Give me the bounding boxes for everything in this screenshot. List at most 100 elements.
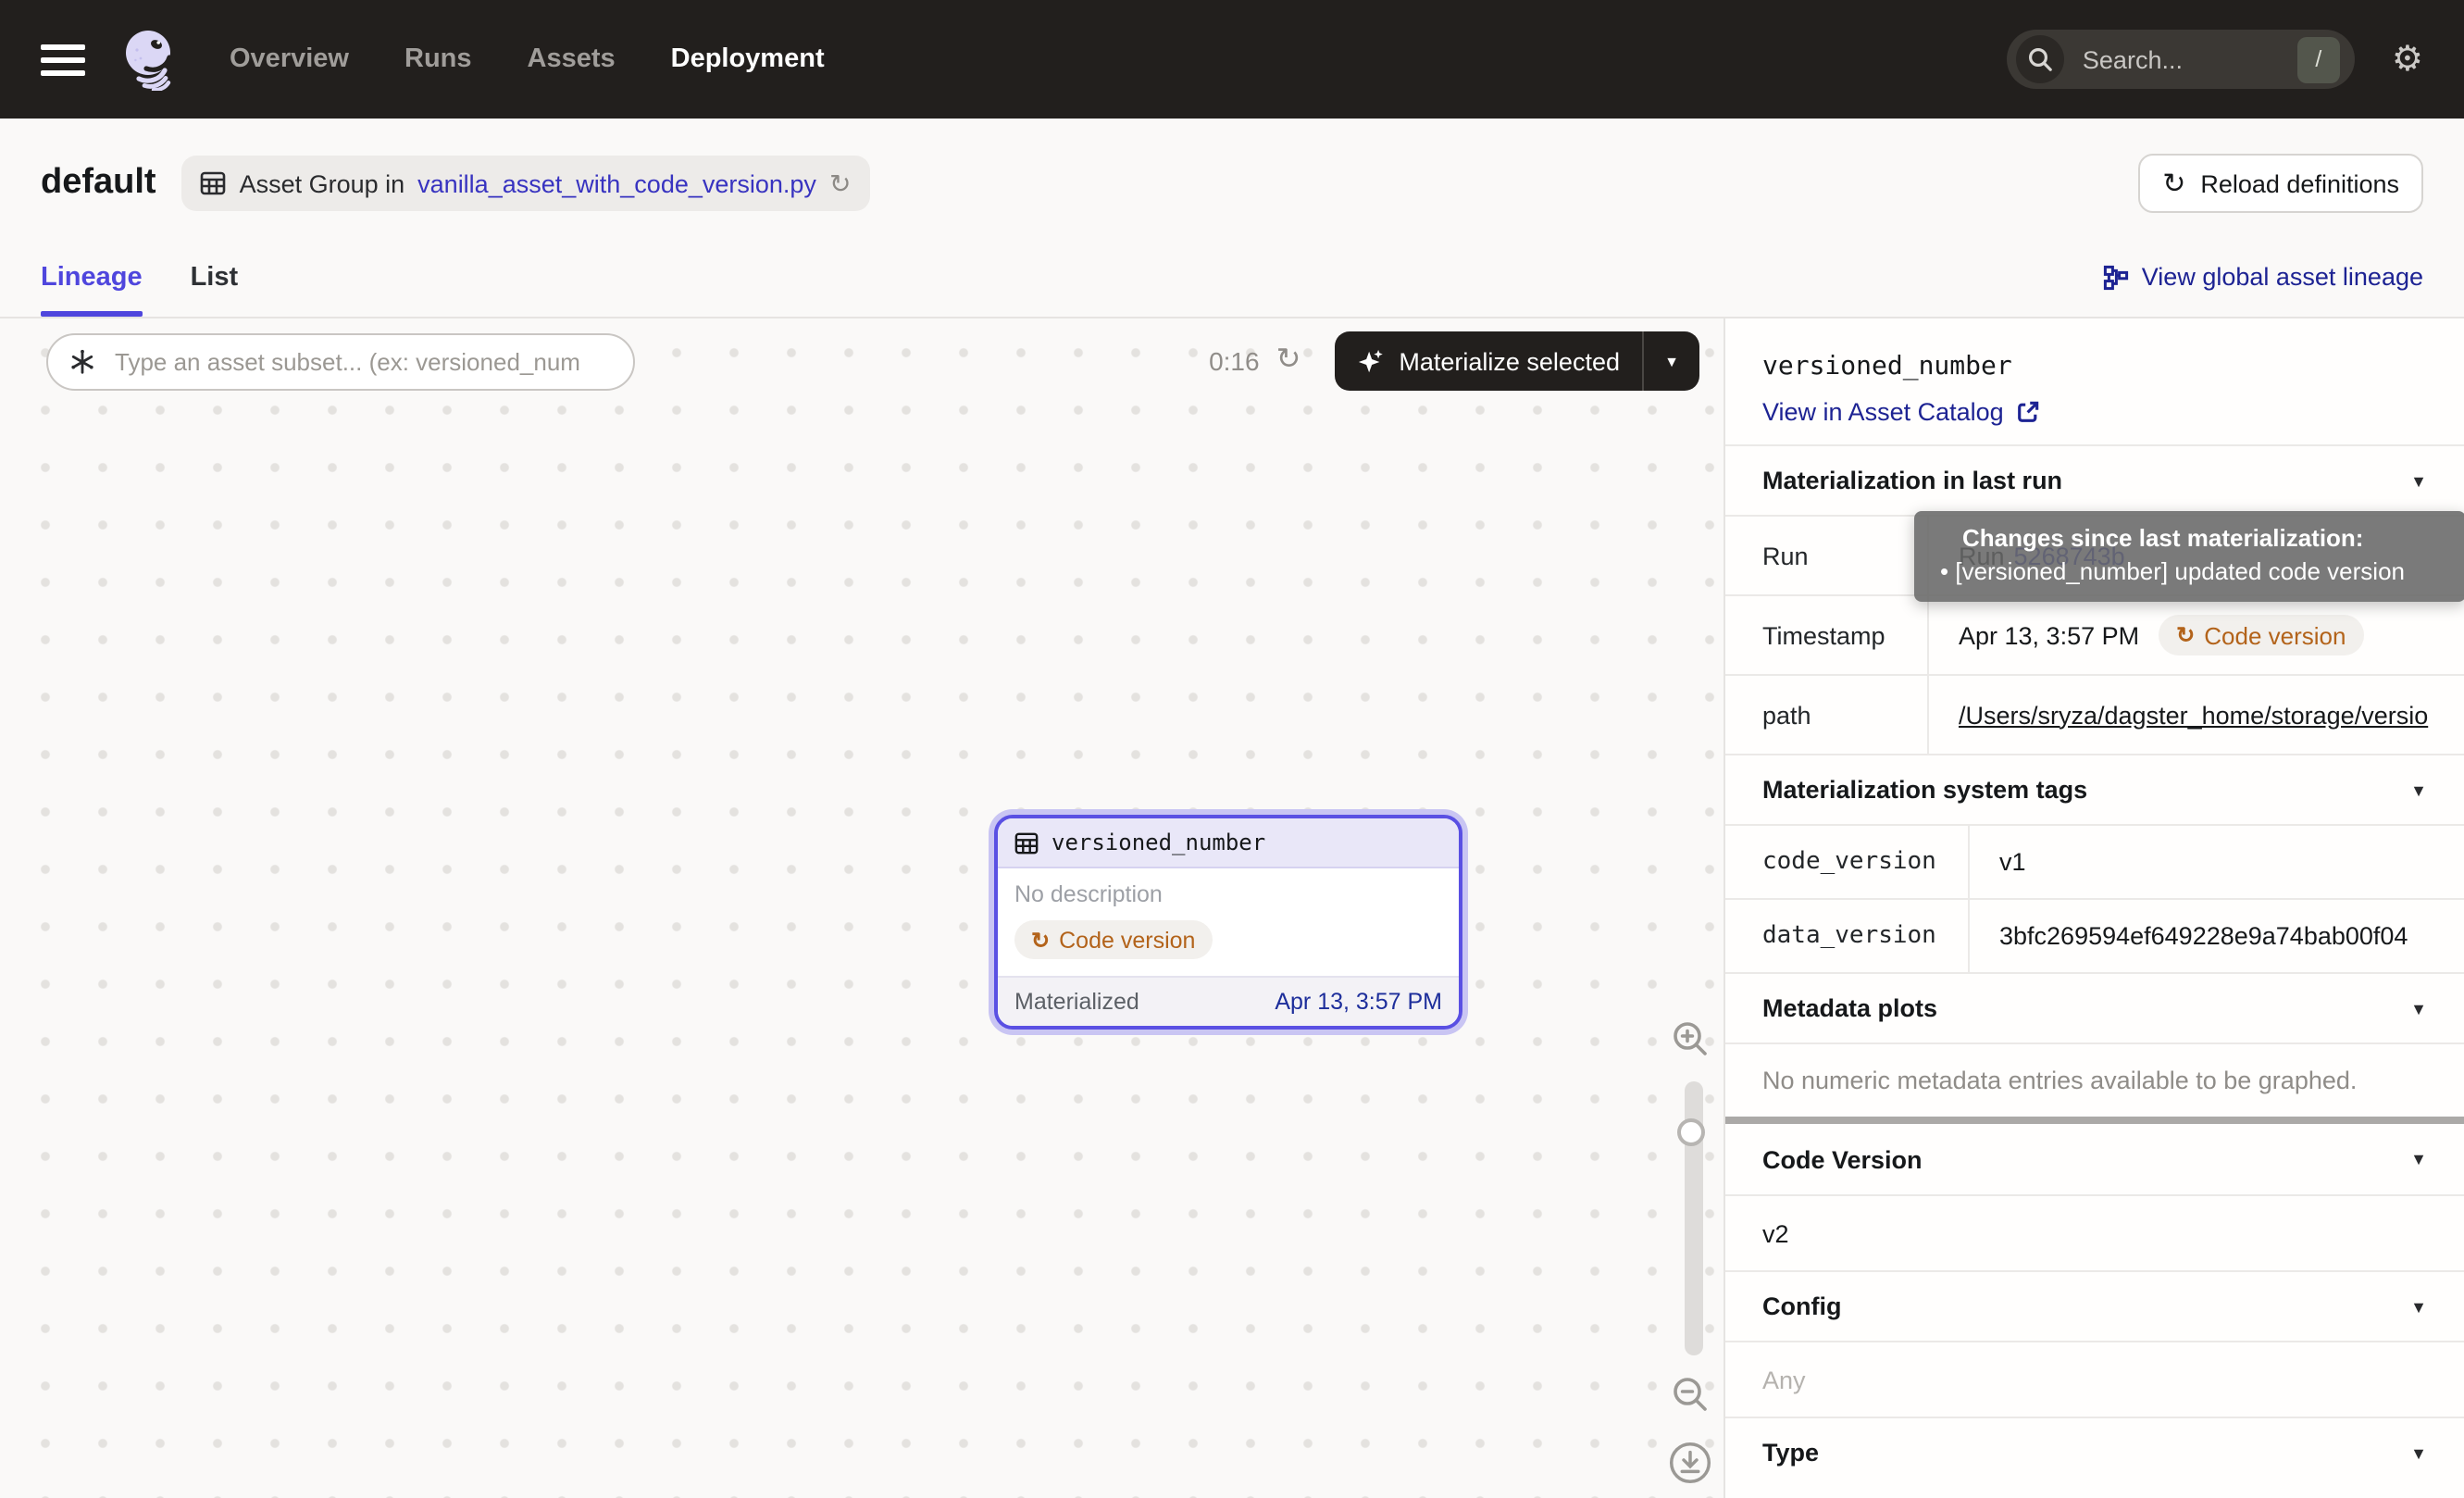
lineage-graph-icon [2103,264,2129,290]
run-label: Run [1725,517,1929,594]
tooltip-item: [versioned_number] updated code version [1914,557,2464,585]
zoom-in-button[interactable] [1670,1018,1711,1059]
path-label: path [1725,676,1929,754]
code-version-badge-label: Code version [1059,927,1195,953]
timestamp-text: Apr 13, 3:57 PM [1959,621,2139,649]
lineage-canvas[interactable]: 0:16 ↻ Materialize selected [0,318,1724,1498]
panel-asset-name: versioned_number [1762,352,2427,381]
section-title: Materialization in last run [1762,467,2062,494]
main-nav: Overview Runs Assets Deployment [230,44,825,74]
reload-definitions-button[interactable]: ↻ Reload definitions [2138,154,2423,213]
data-version-value: 3bfc269594ef649228e9a74bab00f04 [1970,900,2464,972]
section-type[interactable]: Type ▼ [1725,1417,2464,1487]
search-icon [2016,35,2064,83]
asset-sidebar-panel: versioned_number View in Asset Catalog M… [1724,318,2464,1498]
hamburger-menu-icon[interactable] [41,44,85,75]
chevron-down-icon: ▼ [2410,1150,2427,1168]
section-title: Type [1762,1439,1819,1467]
timer-group: 0:16 ↻ [1209,346,1300,376]
nav-deployment[interactable]: Deployment [671,44,825,74]
code-version-changed-icon: ↻ [1031,929,1050,951]
section-title: Config [1762,1292,1842,1320]
refresh-icon[interactable]: ↻ [829,170,851,196]
materialized-time-link[interactable]: Apr 13, 3:57 PM [1275,989,1442,1015]
nav-overview[interactable]: Overview [230,44,349,74]
asset-node-header: versioned_number [998,818,1459,868]
section-config[interactable]: Config ▼ [1725,1270,2464,1341]
config-value-row: Any [1725,1341,2464,1417]
section-materialization-in-last-run[interactable]: Materialization in last run ▼ [1725,444,2464,515]
refresh-icon[interactable]: ↻ [1276,346,1301,376]
search-shortcut-key: / [2297,36,2340,82]
nav-runs[interactable]: Runs [404,44,472,74]
reload-definitions-label: Reload definitions [2200,169,2399,197]
nav-assets[interactable]: Assets [528,44,616,74]
materialize-split-button: Materialize selected ▼ [1334,331,1699,391]
data-version-tag-row: data_version 3bfc269594ef649228e9a74bab0… [1725,898,2464,972]
asset-group-chip[interactable]: Asset Group in vanilla_asset_with_code_v… [182,156,870,211]
asset-subset-filter[interactable] [46,332,635,390]
tabs-row: Lineage List View global asset lineage [0,222,2464,318]
download-image-button[interactable] [1668,1441,1712,1485]
asset-node-name: versioned_number [1052,830,1265,855]
definition-divider [1725,1117,2464,1124]
main-content: 0:16 ↻ Materialize selected [0,318,2464,1498]
external-link-icon [2017,400,2041,424]
code-version-badge[interactable]: ↻ Code version [2158,615,2364,655]
section-title: Code Version [1762,1145,1923,1173]
data-version-key: data_version [1725,900,1970,972]
section-metadata-plots[interactable]: Metadata plots ▼ [1725,972,2464,1042]
tab-lineage[interactable]: Lineage [41,248,143,317]
zoom-slider[interactable] [1685,1081,1703,1355]
chevron-down-icon: ▼ [2410,999,2427,1017]
path-value: /Users/sryza/dagster_home/storage/versio [1929,676,2464,754]
reload-icon: ↻ [2162,169,2185,197]
asset-node-footer: Materialized Apr 13, 3:57 PM [998,976,1459,1026]
chevron-down-icon: ▼ [2410,780,2427,799]
code-version-badge-label: Code version [2204,621,2346,649]
timestamp-value: Apr 13, 3:57 PM ↻ Code version [1929,596,2464,674]
asset-node-versioned-number[interactable]: versioned_number No description ↻ Code v… [994,815,1462,1030]
sparkle-icon [1356,347,1384,375]
view-in-asset-catalog-link[interactable]: View in Asset Catalog [1762,398,2041,426]
section-code-version[interactable]: Code Version ▼ [1725,1124,2464,1194]
gear-icon[interactable]: ⚙ [2392,42,2423,77]
chevron-down-icon: ▼ [2410,471,2427,490]
materialize-selected-button[interactable]: Materialize selected [1334,347,1642,375]
global-lineage-label: View global asset lineage [2142,263,2423,291]
code-version-value-row: v2 [1725,1194,2464,1270]
dagster-logo-icon[interactable] [118,28,181,91]
section-title: Metadata plots [1762,994,1937,1022]
metadata-plots-empty-message: No numeric metadata entries available to… [1725,1042,2464,1117]
chevron-down-icon: ▼ [2410,1443,2427,1462]
changes-since-materialization-tooltip: Changes since last materialization: [ver… [1914,511,2464,602]
page-title: default [41,163,156,204]
op-selector-icon [68,347,96,375]
dagster-app: Overview Runs Assets Deployment / ⚙ defa… [0,0,2464,1498]
asset-subset-input[interactable] [111,345,613,377]
refresh-timer: 0:16 [1209,346,1260,376]
code-version-changed-icon: ↻ [2176,624,2195,646]
search-input[interactable] [2079,44,2297,75]
code-version-key: code_version [1725,826,1970,898]
zoom-slider-thumb[interactable] [1677,1118,1705,1146]
code-version-tag-row: code_version v1 [1725,824,2464,898]
view-global-asset-lineage-link[interactable]: View global asset lineage [2103,263,2423,317]
chevron-down-icon: ▼ [2410,1297,2427,1316]
path-link[interactable]: /Users/sryza/dagster_home/storage/versio [1959,701,2428,729]
code-version-badge[interactable]: ↻ Code version [1014,920,1212,959]
table-grid-icon [1014,830,1039,855]
timestamp-label: Timestamp [1725,596,1929,674]
materialize-selected-label: Materialize selected [1399,347,1620,375]
canvas-toolbar: 0:16 ↻ Materialize selected [46,331,1699,391]
asset-node-description: No description [1014,881,1442,907]
asset-node-body: No description ↻ Code version [998,868,1459,976]
global-search[interactable]: / [2007,30,2355,89]
section-materialization-system-tags[interactable]: Materialization system tags ▼ [1725,754,2464,824]
section-title: Materialization system tags [1762,776,2087,804]
tab-list[interactable]: List [191,248,239,317]
page-header: default Asset Group in vanilla_asset_wit… [0,119,2464,222]
materialize-dropdown-button[interactable]: ▼ [1644,353,1699,369]
zoom-out-button[interactable] [1670,1374,1711,1415]
group-file-link[interactable]: vanilla_asset_with_code_version.py [417,169,816,197]
